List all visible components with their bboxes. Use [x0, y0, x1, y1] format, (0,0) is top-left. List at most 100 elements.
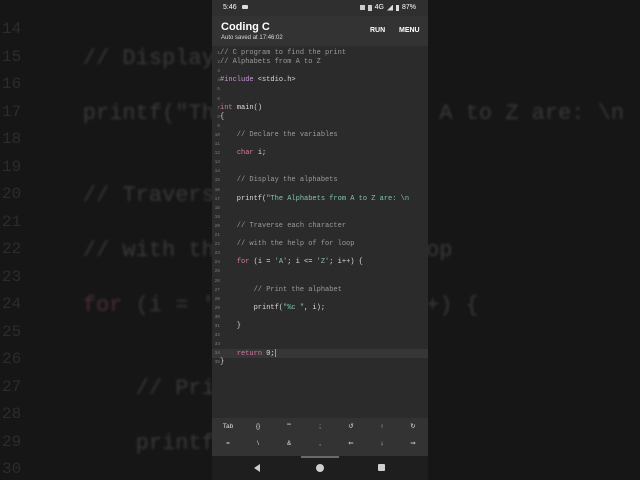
code-line[interactable]: 30 — [212, 313, 428, 322]
code-line[interactable]: 4 #include <stdio.h> — [212, 76, 428, 85]
line-number: 24 — [214, 260, 220, 266]
key-semicolon[interactable]: ; — [305, 420, 335, 434]
line-number: 15 — [214, 178, 220, 184]
gesture-handle — [301, 456, 339, 458]
bg-line-number: 19 — [2, 157, 22, 176]
recents-icon[interactable] — [378, 464, 385, 471]
code-line[interactable]: 1// C program to find the print — [212, 49, 428, 58]
code-text: char i; — [236, 149, 267, 158]
code-line[interactable]: 13 — [212, 158, 428, 167]
key-up[interactable]: ↑ — [367, 420, 397, 434]
bg-line-number: 16 — [2, 75, 22, 93]
code-line[interactable]: 29 printf("%c ", i); — [212, 304, 428, 313]
line-number: 26 — [214, 278, 220, 284]
code-line[interactable]: 11 — [212, 140, 428, 149]
line-number: 11 — [214, 142, 220, 147]
line-number: 10 — [214, 132, 220, 138]
key-quotes[interactable]: "" — [274, 420, 304, 434]
key-redo[interactable]: ↻ — [398, 420, 428, 434]
code-line[interactable]: 3 — [212, 67, 428, 76]
code-line[interactable]: 26 — [212, 277, 428, 286]
code-line[interactable]: 32 — [212, 331, 428, 340]
key-ampersand[interactable]: & — [274, 437, 304, 451]
bg-line-number: 17 — [2, 102, 22, 121]
line-number: 17 — [214, 196, 220, 202]
code-line[interactable]: 7 int main() — [212, 104, 428, 113]
line-number: 27 — [214, 287, 220, 293]
phone-screen: 5:46 4G 87% Coding C Auto saved at 17:46… — [212, 0, 428, 480]
code-line[interactable]: 24 for (i = 'A'; i <= 'Z'; i++) { — [212, 258, 428, 267]
bg-line-number: 23 — [2, 267, 22, 286]
line-number: 16 — [214, 187, 220, 193]
code-line[interactable]: 20 // Traverse each character — [212, 222, 428, 231]
code-text: // Display the alphabets — [220, 176, 338, 185]
code-line[interactable]: 19 — [212, 213, 428, 222]
mute-icon — [359, 5, 365, 10]
code-line[interactable]: 12 char i; — [212, 149, 428, 158]
key-down[interactable]: ↓ — [367, 437, 397, 451]
bg-line-number: 18 — [2, 130, 22, 148]
code-line[interactable]: 14 — [212, 167, 428, 176]
code-line[interactable]: 31 } — [212, 322, 428, 331]
code-line[interactable]: 2// Alphabets from A to Z — [212, 58, 428, 67]
line-number: 14 — [214, 169, 220, 175]
line-number: 4 — [217, 78, 220, 84]
menu-button[interactable]: MENU — [399, 27, 420, 34]
line-number: 1 — [217, 51, 220, 56]
code-line[interactable]: 25 — [212, 267, 428, 276]
bg-line-number: 20 — [2, 185, 22, 203]
code-line[interactable]: 15 // Display the alphabets — [212, 176, 428, 185]
code-line[interactable]: 23 — [212, 249, 428, 258]
status-time: 5:46 — [223, 4, 237, 11]
code-line[interactable]: 28 — [212, 295, 428, 304]
code-line[interactable]: 9 — [212, 122, 428, 131]
code-text: printf("The Alphabets from A to Z are: \… — [220, 194, 410, 203]
code-line[interactable]: 16 — [212, 186, 428, 195]
line-number: 32 — [214, 333, 220, 339]
app-bar: Coding C Auto saved at 17:46:02 RUN MENU — [212, 16, 428, 46]
code-line[interactable]: 10 // Declare the variables — [212, 131, 428, 140]
line-number: 21 — [214, 233, 220, 238]
key-tab[interactable]: Tab — [213, 420, 243, 434]
code-line[interactable]: 35} — [212, 358, 428, 367]
bg-line-number: 15 — [2, 47, 22, 66]
code-line[interactable]: 33 — [212, 340, 428, 349]
line-number: 18 — [214, 205, 220, 211]
key-undo[interactable]: ↺ — [336, 420, 366, 434]
code-line[interactable]: 34 return 0; — [212, 349, 428, 359]
run-button[interactable]: RUN — [370, 27, 385, 34]
bg-line-number: 29 — [2, 432, 22, 451]
status-bar: 5:46 4G 87% — [212, 0, 428, 16]
key-equals[interactable]: = — [213, 437, 243, 451]
key-left[interactable]: ⇐ — [336, 437, 366, 451]
line-number: 2 — [217, 60, 220, 66]
back-icon[interactable] — [254, 464, 260, 472]
code-line[interactable]: 5 — [212, 85, 428, 94]
code-editor[interactable]: 1// C program to find the print 2// Alpha… — [212, 46, 428, 418]
code-line[interactable]: 18 — [212, 204, 428, 213]
code-text: for (i = 'A'; i <= 'Z'; i++) { — [236, 258, 363, 267]
home-icon[interactable] — [316, 464, 324, 472]
code-line[interactable]: 21 — [212, 231, 428, 240]
vibrate-icon — [367, 4, 372, 11]
bg-line-number: 28 — [2, 405, 22, 423]
code-line[interactable]: 27 // Print the alphabet — [212, 286, 428, 295]
code-text: // Print the alphabet — [220, 285, 342, 294]
key-braces[interactable]: {} — [243, 420, 273, 434]
key-right[interactable]: ⇒ — [398, 437, 428, 451]
screen-record-icon — [242, 5, 248, 9]
code-text: { — [220, 112, 225, 121]
autosave-status: Auto saved at 17:46:02 — [221, 35, 283, 41]
line-number: 30 — [214, 314, 220, 320]
line-number: 29 — [214, 305, 220, 311]
key-comma[interactable]: , — [305, 437, 335, 451]
code-line[interactable]: 17 printf("The Alphabets from A to Z are… — [212, 195, 428, 204]
code-line[interactable]: 8{ — [212, 113, 428, 122]
code-line[interactable]: 22 // with the help of for loop — [212, 240, 428, 249]
system-nav-bar — [212, 456, 428, 480]
key-backslash[interactable]: \ — [243, 437, 273, 451]
line-number: 20 — [214, 223, 220, 229]
line-number: 9 — [217, 123, 220, 129]
code-line[interactable]: 6 — [212, 95, 428, 104]
bg-line-number: 24 — [2, 295, 22, 313]
